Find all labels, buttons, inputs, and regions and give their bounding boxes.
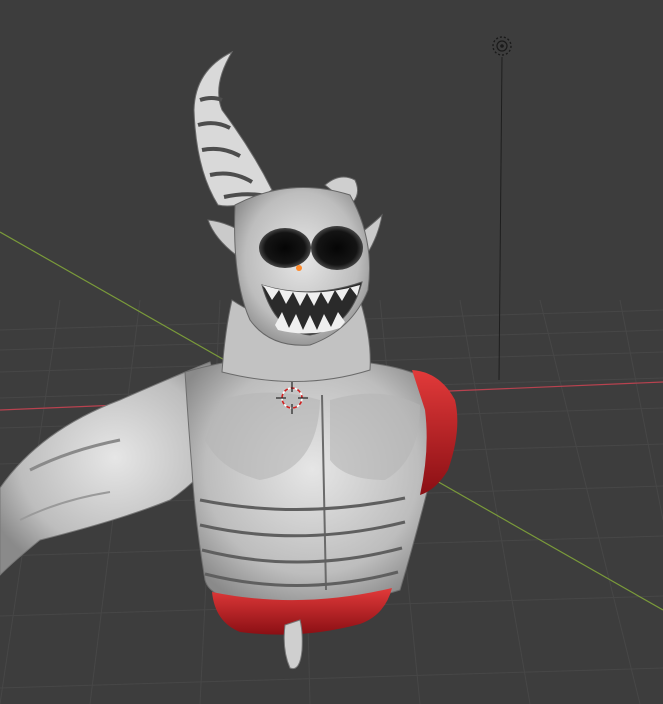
left-eye-socket	[259, 228, 311, 268]
light-icon[interactable]	[492, 36, 512, 381]
horn	[193, 50, 273, 207]
viewport-canvas[interactable]	[0, 0, 663, 704]
torso	[184, 356, 441, 608]
origin-point[interactable]	[296, 265, 302, 271]
3d-viewport[interactable]	[0, 0, 663, 704]
right-eye-socket	[311, 226, 363, 270]
